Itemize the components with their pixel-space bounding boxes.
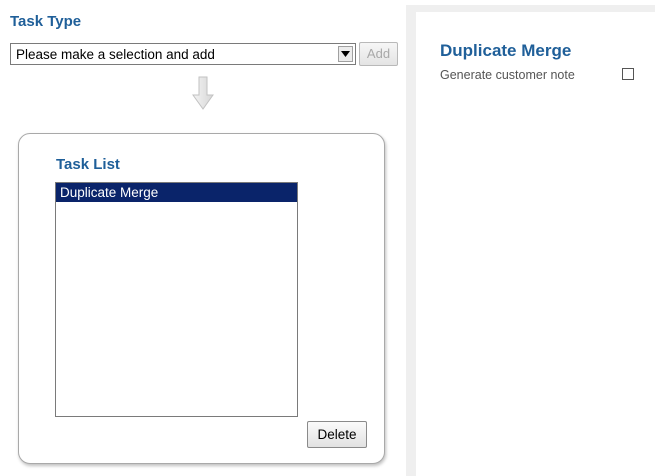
delete-button[interactable]: Delete (307, 421, 367, 448)
detail-panel-frame: Duplicate Merge Generate customer note (406, 5, 655, 476)
detail-panel: Duplicate Merge Generate customer note (416, 12, 655, 476)
task-list-panel: Task List Duplicate Merge Delete (18, 133, 385, 464)
task-list-heading: Task List (56, 156, 120, 173)
customer-note-checkbox[interactable] (622, 68, 634, 80)
add-button[interactable]: Add (359, 42, 398, 66)
task-listbox[interactable]: Duplicate Merge (55, 182, 298, 417)
customer-note-label: Generate customer note (440, 68, 575, 82)
dropdown-arrow-icon[interactable] (338, 46, 353, 62)
list-item[interactable]: Duplicate Merge (56, 183, 297, 202)
task-type-heading: Task Type (10, 13, 82, 30)
detail-title: Duplicate Merge (440, 41, 572, 60)
arrow-down-icon (192, 76, 214, 115)
task-type-select[interactable]: Please make a selection and add (10, 43, 356, 65)
task-type-select-value: Please make a selection and add (16, 47, 215, 62)
